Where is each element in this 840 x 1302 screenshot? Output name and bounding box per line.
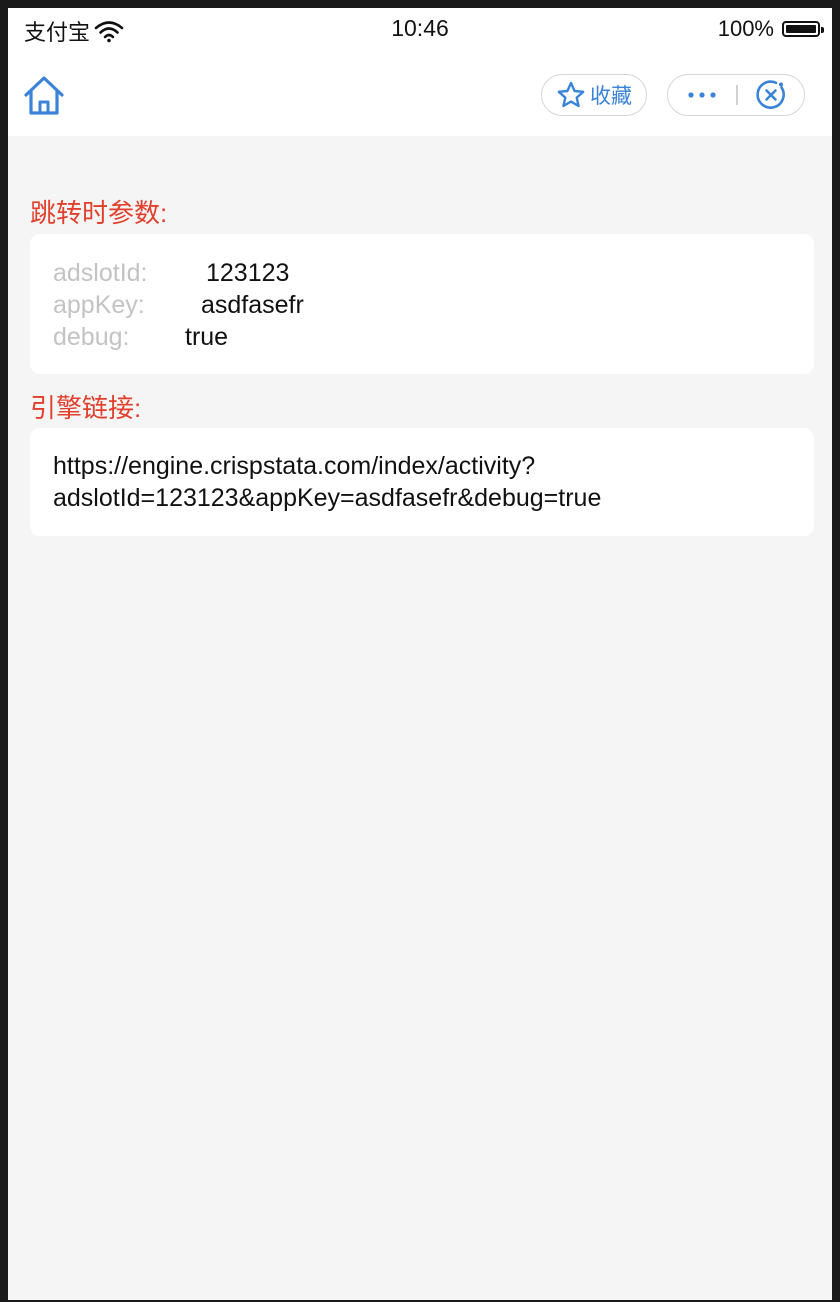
more-button[interactable] [668, 75, 736, 115]
battery-percent: 100% [717, 16, 774, 41]
param-value: true [185, 323, 229, 351]
status-bar: 支付宝 10:46 100% [8, 8, 832, 52]
more-icon [688, 92, 716, 98]
nav-bar: 收藏 [8, 52, 832, 136]
param-value: asdfasefr [201, 291, 304, 319]
status-time: 10:46 [391, 15, 449, 41]
battery-icon [782, 21, 824, 37]
param-row-appkey: appKey: asdfasefr [53, 289, 791, 321]
mini-app-capsule [667, 74, 805, 116]
phone-screen: 支付宝 10:46 100% 收藏 跳转时参数: adslotId: 12312… [8, 8, 832, 1300]
home-icon [24, 76, 64, 115]
link-section-title: 引擎链接: [30, 393, 142, 423]
battery-indicator: 100% [717, 16, 824, 42]
link-card: https://engine.crispstata.com/index/acti… [30, 428, 814, 536]
params-card: adslotId: 123123 appKey: asdfasefr debug… [30, 234, 814, 374]
param-key: adslotId: [53, 259, 148, 287]
engine-link-line-2: adslotId=123123&appKey=asdfasefr&debug=t… [53, 484, 602, 512]
param-row-debug: debug: true [53, 321, 791, 353]
favorite-label: 收藏 [590, 85, 632, 108]
home-button[interactable] [22, 74, 66, 118]
star-icon [557, 81, 585, 108]
favorite-button[interactable]: 收藏 [541, 74, 647, 116]
engine-link-line-1: https://engine.crispstata.com/index/acti… [53, 452, 536, 480]
param-key: debug: [53, 323, 130, 351]
params-section-title: 跳转时参数: [30, 198, 168, 228]
param-row-adslotid: adslotId: 123123 [53, 257, 791, 289]
param-key: appKey: [53, 291, 145, 319]
param-value: 123123 [206, 259, 290, 287]
close-circle-icon [756, 80, 785, 109]
close-button[interactable] [737, 75, 805, 115]
